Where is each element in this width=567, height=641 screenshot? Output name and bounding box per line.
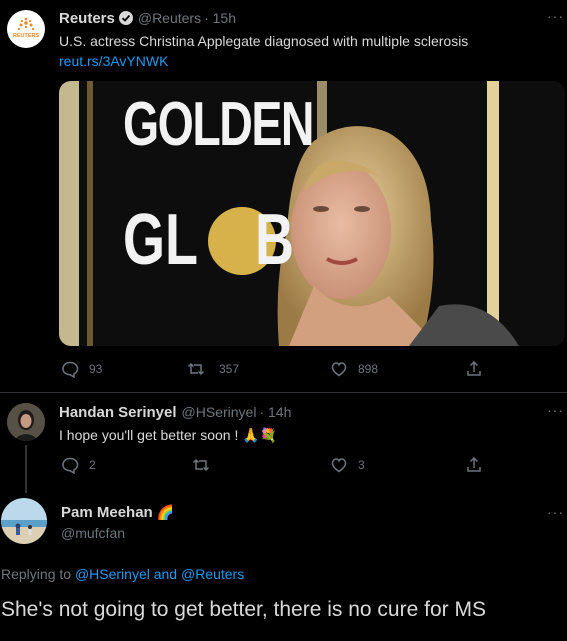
replying-user-link[interactable]: @HSerinyel [75, 566, 150, 582]
author-handle[interactable]: @mufcfan [61, 525, 125, 541]
verified-icon [118, 10, 134, 26]
author-name[interactable]: Handan Serinyel [59, 404, 177, 421]
handan-avatar[interactable] [7, 403, 45, 441]
tweet-image[interactable]: GOLDEN GL B [59, 81, 565, 346]
replying-to: Replying to @HSerinyel and @Reuters [1, 566, 244, 582]
author-name[interactable]: Pam Meehan [61, 504, 153, 521]
reply-icon [61, 456, 79, 474]
tweet-time[interactable]: · 14h [259, 404, 291, 420]
tweet-time[interactable]: · 15h [204, 10, 236, 26]
reply-count: 93 [89, 362, 103, 376]
like-icon [330, 456, 348, 474]
like-button[interactable]: 898 [330, 360, 378, 378]
tweet-link[interactable]: reut.rs/3AvYNWK [59, 53, 168, 69]
thread-line [25, 445, 27, 493]
more-icon[interactable]: ··· [547, 8, 564, 24]
retweet-button[interactable]: 357 [187, 360, 239, 378]
reply-button[interactable]: 2 [61, 456, 96, 474]
reuters-logo-icon [17, 17, 35, 31]
retweet-icon [187, 360, 205, 378]
tweet-text: I hope you'll get better soon ! 🙏💐 [59, 427, 278, 443]
person-avatar-icon [7, 403, 45, 441]
author-handle[interactable]: @Reuters [138, 10, 201, 26]
tweet3-name-row: Pam Meehan 🌈 [61, 504, 174, 521]
image-sign-line3: B [255, 200, 294, 280]
image-sign-line1: GOLDEN [123, 90, 314, 159]
divider [0, 392, 567, 393]
beach-avatar-icon [1, 498, 47, 544]
tweet1-header: Reuters @Reuters · 15h [59, 9, 236, 27]
replying-user-link[interactable]: @Reuters [181, 566, 244, 582]
author-name[interactable]: Reuters [59, 10, 115, 27]
reuters-avatar-label: REUTERS [12, 33, 40, 39]
more-icon[interactable]: ··· [547, 402, 564, 418]
more-icon[interactable]: ··· [547, 504, 564, 520]
reply-count: 2 [89, 458, 96, 472]
replying-prefix: Replying to [1, 566, 72, 582]
retweet-icon [192, 456, 210, 474]
pam-avatar[interactable] [1, 498, 47, 544]
reply-button[interactable]: 93 [61, 360, 102, 378]
retweet-button[interactable] [192, 456, 220, 474]
share-icon[interactable] [465, 456, 483, 474]
like-count: 898 [358, 362, 379, 376]
author-handle[interactable]: @HSerinyel [182, 404, 257, 420]
like-count: 3 [358, 458, 365, 472]
like-button[interactable]: 3 [330, 456, 365, 474]
tweet-text: U.S. actress Christina Applegate diagnos… [59, 33, 469, 49]
replying-and: and [153, 566, 178, 582]
reply-icon [61, 360, 79, 378]
share-icon[interactable] [465, 360, 483, 378]
like-icon [330, 360, 348, 378]
retweet-count: 357 [219, 362, 240, 376]
focused-tweet-text: She's not going to get better, there is … [1, 598, 486, 621]
tweet2-header: Handan Serinyel @HSerinyel · 14h [59, 403, 291, 421]
image-sign-line2: GL [123, 200, 198, 280]
reuters-avatar[interactable]: REUTERS [7, 10, 45, 48]
rainbow-emoji: 🌈 [156, 504, 175, 520]
